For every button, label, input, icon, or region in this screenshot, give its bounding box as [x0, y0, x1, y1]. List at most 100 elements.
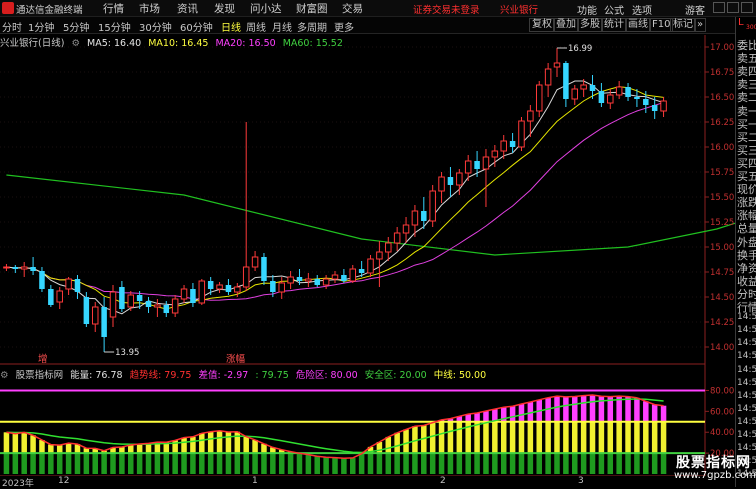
danger-zone-label: 危险区: 80.00	[295, 370, 358, 381]
midline-label: 中线: 50.00	[433, 370, 487, 381]
candle-body	[234, 286, 241, 293]
bar-segment-magenta	[580, 395, 587, 422]
event-tag-left: 增	[38, 353, 48, 365]
indicator-bar	[110, 447, 116, 474]
bar-segment-green	[500, 453, 507, 474]
candle-body	[207, 281, 214, 289]
watermark: 股票指标网 www.7gpzb.com	[672, 452, 756, 486]
bar-segment-magenta	[474, 412, 480, 422]
candle	[65, 277, 72, 295]
indicator-bar	[296, 453, 303, 474]
candle-body	[456, 172, 463, 186]
bar-segment-green	[456, 453, 463, 474]
bar-segment-green	[56, 453, 63, 474]
indicator-name[interactable]: 股票指标网	[16, 370, 64, 381]
candle	[535, 81, 543, 117]
candle-body	[474, 161, 480, 169]
indicator-bar	[243, 436, 249, 474]
candle-body	[464, 160, 472, 174]
quote-row-label: 14:56	[737, 338, 756, 349]
candle	[287, 271, 294, 289]
bar-segment-green	[554, 453, 560, 474]
candle	[411, 205, 419, 237]
bar-segment-magenta	[554, 396, 560, 422]
bar-segment-yellow	[598, 421, 605, 454]
candle-body	[48, 289, 54, 305]
bar-segment-yellow	[403, 429, 409, 454]
bar-segment-yellow	[527, 421, 534, 454]
candle-body	[634, 97, 640, 99]
bar-segment-yellow	[572, 421, 578, 454]
candle	[198, 279, 206, 305]
indicator-tick-label: 60.00	[710, 407, 734, 417]
bar-segment-yellow	[438, 421, 445, 454]
candle-body	[216, 284, 223, 290]
diff-label: 差值: -2.97	[198, 370, 249, 381]
candle	[171, 295, 179, 317]
bar-segment-green	[394, 453, 400, 474]
candle-body	[500, 140, 507, 152]
bar-segment-yellow	[190, 436, 196, 454]
indicator-bar	[385, 436, 392, 474]
candle-body	[376, 251, 383, 260]
bar-segment-yellow	[492, 421, 498, 454]
bar-segment-green	[314, 456, 320, 474]
candle-body	[482, 156, 490, 170]
bar-segment-green	[136, 453, 143, 474]
event-tag-mid: 涨幅	[226, 353, 246, 365]
ma20-label: MA20: 16.50	[215, 38, 276, 49]
indicator-bar	[589, 394, 596, 474]
bar-segment-yellow	[518, 421, 525, 454]
candle	[20, 262, 28, 277]
candle	[39, 267, 45, 292]
indicator-bar	[465, 414, 471, 474]
bar-segment-yellow	[225, 431, 232, 454]
indicator-bar	[625, 396, 631, 474]
candle-body	[509, 141, 516, 147]
bar-segment-green	[181, 453, 187, 474]
candle	[607, 89, 614, 109]
candle-body	[393, 232, 401, 244]
bar-segment-magenta	[518, 403, 525, 422]
indicator-bar	[323, 457, 329, 474]
indicator-bar	[492, 409, 498, 474]
candle-body	[278, 282, 285, 293]
candle	[518, 117, 525, 151]
quote-row-label: 14:56	[737, 416, 756, 427]
indicator-bar	[83, 448, 90, 474]
candle	[163, 301, 170, 317]
bar-segment-yellow	[660, 421, 667, 454]
kline-chart[interactable]: 17.00 16.75 16.50 16.25 16.00 15.75 15.50 15.25…	[0, 0, 735, 476]
candle-body	[39, 271, 45, 289]
candle	[402, 217, 410, 243]
bar-segment-yellow	[21, 432, 27, 454]
bar-segment-green	[465, 453, 471, 474]
indicator-bar	[65, 443, 72, 474]
candle-body	[358, 269, 365, 273]
candle	[571, 85, 579, 105]
candle-body	[385, 242, 392, 253]
indicator-bar	[456, 416, 463, 474]
bar-segment-green	[3, 453, 10, 474]
indicator-bar	[252, 439, 258, 474]
price-axis: 17.00 16.75 16.50 16.25 16.00 15.75 15.50 15.25…	[705, 43, 734, 353]
indicator-tick-label: 40.00	[710, 428, 734, 438]
indicator-bar	[163, 442, 170, 474]
candle	[563, 61, 569, 107]
indicator-settings-icon[interactable]: ⚙	[0, 370, 9, 381]
candle	[278, 277, 285, 299]
bar-segment-green	[447, 453, 454, 474]
bar-segment-green	[74, 453, 81, 474]
quote-row-label: 14:56	[737, 403, 756, 414]
bar-segment-yellow	[509, 421, 516, 454]
bar-segment-yellow	[48, 444, 54, 454]
candle	[482, 149, 490, 207]
candle-body	[447, 177, 454, 185]
bar-segment-green	[341, 458, 347, 474]
ma20-line	[6, 102, 664, 301]
candle-body	[145, 301, 152, 307]
settings-icon[interactable]: ⚙	[71, 38, 80, 49]
close-icon[interactable]	[741, 2, 753, 13]
chart-legend: 兴业银行(日线) ⚙ MA5: 16.40 MA10: 16.45 MA20: …	[0, 35, 347, 49]
bar-segment-green	[403, 453, 409, 474]
